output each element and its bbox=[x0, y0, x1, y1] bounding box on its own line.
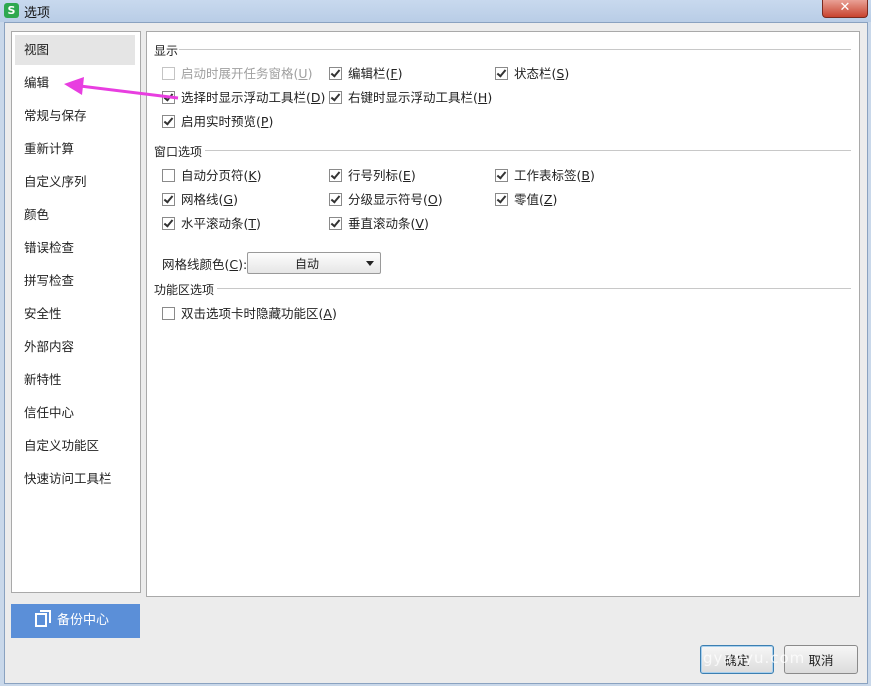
annotation-arrow bbox=[64, 77, 179, 100]
annotation-arrow-line bbox=[79, 84, 179, 100]
annotation-arrow-head bbox=[64, 77, 84, 95]
